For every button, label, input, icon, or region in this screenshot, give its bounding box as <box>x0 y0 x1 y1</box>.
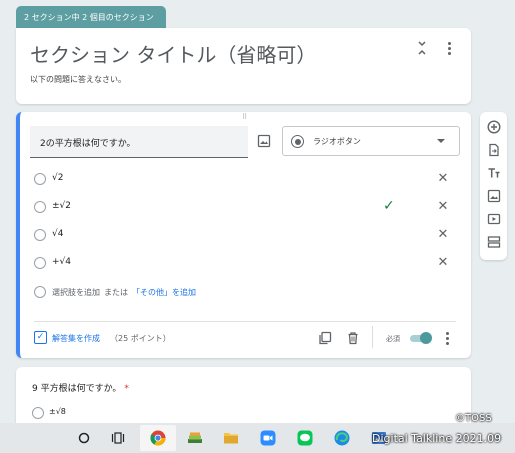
credit-watermark: Digital Talkline 2021.09 <box>372 432 502 445</box>
remove-option-2-icon[interactable]: ✕ <box>437 200 449 213</box>
option-radio-2 <box>34 201 46 213</box>
question-type-label: ラジオボタン <box>313 137 361 146</box>
footer-vertical-divider <box>372 326 373 348</box>
section-count-tab: 2 セクション中 2 個目のセクション <box>16 6 166 28</box>
task-view-icon[interactable] <box>107 428 129 448</box>
add-section-icon[interactable] <box>486 234 501 249</box>
line-icon[interactable] <box>294 428 316 448</box>
zoom-icon[interactable] <box>257 428 279 448</box>
delete-icon[interactable] <box>346 330 360 345</box>
add-image-to-question-icon[interactable] <box>257 133 271 148</box>
remove-option-3-icon[interactable]: ✕ <box>437 228 449 241</box>
question-2-title: 9 平方根は何ですか。 * <box>32 381 129 394</box>
required-toggle[interactable] <box>410 332 432 344</box>
chrome-icon[interactable] <box>147 428 169 448</box>
add-image-icon[interactable] <box>486 188 501 203</box>
duplicate-icon[interactable] <box>318 330 332 345</box>
section-title-card[interactable]: セクション タイトル（省略可） 以下の問題に答えなさい。 <box>16 28 471 104</box>
option-radio-4 <box>34 257 46 269</box>
add-title-icon[interactable] <box>486 165 501 180</box>
option-label-3[interactable]: √4 <box>52 229 63 239</box>
correct-answer-check-icon: ✓ <box>383 198 395 214</box>
remove-option-1-icon[interactable]: ✕ <box>437 172 449 185</box>
question-type-select[interactable]: ラジオボタン <box>282 126 460 156</box>
option-radio-3 <box>34 229 46 241</box>
stack-app-icon[interactable] <box>184 428 206 448</box>
add-option-row: 選択肢を追加 または 「その他」を追加 <box>52 287 196 298</box>
option-label-2[interactable]: ±√2 <box>52 201 71 211</box>
file-explorer-icon[interactable] <box>220 428 242 448</box>
question-title-input[interactable]: 2の平方根は何ですか。 <box>30 126 248 158</box>
question-2-option-radio[interactable] <box>32 407 44 419</box>
import-questions-icon[interactable] <box>486 142 501 157</box>
answer-key-button[interactable]: 解答集を作成 <box>52 333 100 344</box>
section-description[interactable]: 以下の問題に答えなさい。 <box>30 74 126 85</box>
or-text: または <box>104 288 128 297</box>
points-label: （25 ポイント） <box>110 334 171 343</box>
add-option-radio <box>34 286 46 298</box>
option-radio-1 <box>34 173 46 185</box>
question-2-option-label: ±√8 <box>49 407 66 416</box>
drag-handle-icon[interactable]: ⠿ <box>242 114 254 121</box>
edge-icon[interactable] <box>331 428 353 448</box>
add-video-icon[interactable] <box>486 211 501 226</box>
caret-down-icon <box>437 139 445 143</box>
answer-key-icon[interactable]: ✓ <box>34 331 47 344</box>
section-title[interactable]: セクション タイトル（省略可） <box>30 39 316 68</box>
question-more-icon[interactable] <box>440 330 454 346</box>
collapse-section-icon[interactable] <box>415 41 429 55</box>
option-label-4[interactable]: +√4 <box>52 257 71 267</box>
footer-divider <box>34 321 456 322</box>
option-label-1[interactable]: √2 <box>52 173 63 183</box>
question-card-active[interactable]: ⠿ 2の平方根は何ですか。 ラジオボタン √2 ✕ ±√2 ✓ ✕ √4 ✕ +… <box>16 112 471 358</box>
search-icon[interactable] <box>73 428 95 448</box>
remove-option-4-icon[interactable]: ✕ <box>437 256 449 269</box>
radio-button-icon <box>291 135 304 148</box>
add-option-link[interactable]: 選択肢を追加 <box>52 288 100 297</box>
copyright-watermark: ©TOSS <box>455 413 492 424</box>
required-asterisk: * <box>124 384 129 394</box>
section-more-icon[interactable] <box>442 40 456 56</box>
question-2-text: 9 平方根は何ですか。 <box>32 384 122 394</box>
floating-toolbar <box>480 112 507 260</box>
required-label: 必須 <box>386 335 400 343</box>
add-question-icon[interactable] <box>486 119 501 134</box>
required-toggle-knob <box>420 332 432 344</box>
add-other-link[interactable]: 「その他」を追加 <box>132 288 196 297</box>
